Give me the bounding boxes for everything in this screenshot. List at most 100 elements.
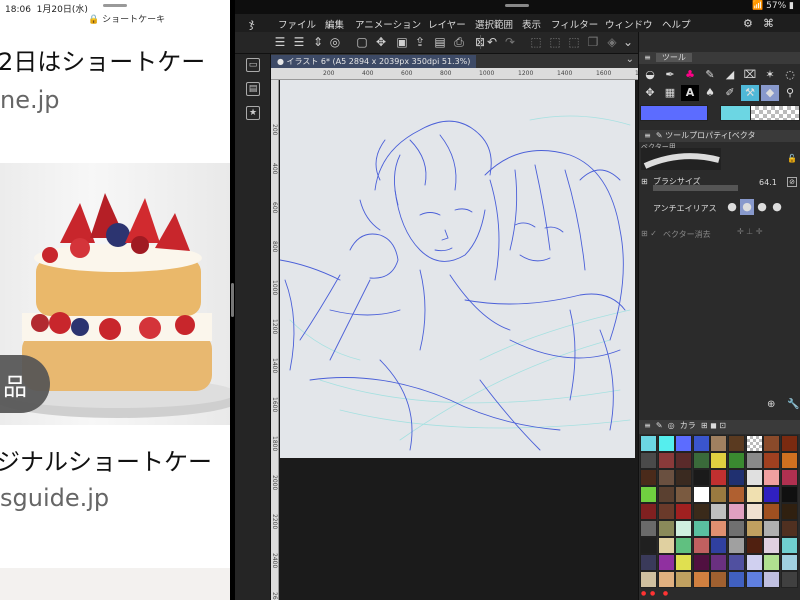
tool-panel-tab[interactable]: ツール	[655, 53, 692, 62]
palette-swatch[interactable]	[780, 554, 798, 571]
menu-view[interactable]: 表示	[522, 17, 541, 31]
transparent-color-swatch[interactable]	[750, 105, 800, 121]
palette-swatch[interactable]	[657, 452, 675, 469]
palette-swatch[interactable]	[692, 486, 710, 503]
brush-size-value[interactable]: 64.1	[759, 178, 777, 187]
palette-swatch[interactable]	[657, 520, 675, 537]
multitask-handle[interactable]	[103, 4, 127, 7]
palette-swatch[interactable]	[710, 452, 728, 469]
palette-swatch[interactable]	[728, 469, 745, 486]
menu-filter[interactable]: フィルター	[551, 17, 598, 31]
palette-swatch[interactable]	[675, 469, 693, 486]
pencil-tool-icon[interactable]: ✎	[701, 67, 719, 83]
palette-swatch[interactable]	[780, 435, 798, 452]
palette-swatch[interactable]	[745, 571, 763, 588]
invert-selection-icon[interactable]: ⬚	[567, 35, 581, 49]
copy-icon[interactable]: ❐	[586, 35, 600, 49]
palette-swatch[interactable]	[692, 520, 710, 537]
palette-swatch[interactable]	[728, 537, 745, 554]
favorite-icon[interactable]: ★	[246, 106, 260, 120]
blend-tool-icon[interactable]: ⚲	[781, 85, 799, 101]
app-logo-icon[interactable]: ჯ	[249, 16, 254, 30]
palette-swatch[interactable]	[692, 554, 710, 571]
tab-menu-chevron-icon[interactable]: ⌄	[626, 54, 634, 65]
palette-swatch[interactable]	[675, 435, 693, 452]
expand-vector-icon[interactable]: ⊞ ✓	[641, 229, 657, 238]
palette-swatch[interactable]	[728, 486, 745, 503]
result-thumbnail-3[interactable]	[0, 568, 230, 600]
color-palette-tab[interactable]: カラ	[680, 421, 696, 430]
palette-swatch[interactable]	[745, 452, 763, 469]
palette-swatch[interactable]	[657, 503, 675, 520]
palette-swatch[interactable]	[745, 469, 763, 486]
palette-swatch[interactable]	[675, 452, 693, 469]
updown-icon[interactable]: ⇕	[311, 35, 325, 49]
palette-swatch[interactable]	[780, 469, 798, 486]
palette-swatch[interactable]	[640, 571, 657, 588]
palette-swatch[interactable]	[657, 537, 675, 554]
brush-size-slider[interactable]	[653, 185, 738, 191]
result-title-2[interactable]: ジナルショートケー	[0, 442, 212, 477]
eraser-tool-icon[interactable]: ⌧	[741, 67, 759, 83]
open-icon[interactable]: ▣	[395, 35, 409, 49]
gradient-tool-icon[interactable]: ▦	[661, 85, 679, 101]
menu-file[interactable]: ファイル	[278, 17, 316, 31]
palette-swatch[interactable]	[745, 486, 763, 503]
palette-swatch[interactable]	[745, 520, 763, 537]
palette-swatch[interactable]	[692, 537, 710, 554]
palette-swatch[interactable]	[675, 571, 693, 588]
palette-swatch[interactable]	[675, 520, 693, 537]
undo-icon[interactable]: ↶	[485, 35, 499, 49]
palette-swatch[interactable]	[745, 435, 763, 452]
palette-swatch[interactable]	[675, 486, 693, 503]
palette-swatch[interactable]	[640, 452, 657, 469]
select-all-icon[interactable]: ⬚	[529, 35, 543, 49]
palette-swatch[interactable]	[710, 571, 728, 588]
palette-swatch[interactable]	[657, 486, 675, 503]
vector-eraser-icon[interactable]: ◆	[761, 85, 779, 101]
lock-icon[interactable]: 🔓	[787, 154, 797, 163]
navigator-icon[interactable]: ▭	[246, 58, 260, 72]
move-tool-icon[interactable]: ✥	[641, 85, 659, 101]
palette-swatch[interactable]	[657, 469, 675, 486]
command-icon[interactable]: ⌘	[763, 17, 774, 30]
palette-swatch[interactable]	[640, 554, 657, 571]
palette-swatch[interactable]	[780, 571, 798, 588]
palette-swatch[interactable]	[640, 486, 657, 503]
antialias-none[interactable]: ●	[725, 199, 739, 215]
palette-swatch[interactable]	[745, 503, 763, 520]
settings-gear-icon[interactable]: ⚙	[743, 17, 753, 30]
palette-swatch[interactable]	[763, 469, 781, 486]
palette-swatch[interactable]	[780, 537, 798, 554]
deselect-icon[interactable]: ⬚	[548, 35, 562, 49]
palette-swatch[interactable]	[763, 554, 781, 571]
vector-tool-icon[interactable]: ✐	[721, 85, 739, 101]
palette-swatch[interactable]	[710, 520, 728, 537]
palette-swatch[interactable]	[745, 537, 763, 554]
palette-swatch[interactable]	[745, 554, 763, 571]
print-icon[interactable]: ⎙	[452, 35, 466, 49]
palette-swatch[interactable]	[763, 452, 781, 469]
palette-swatch[interactable]	[763, 435, 781, 452]
eyedropper-tool-icon[interactable]: ◢	[721, 67, 739, 83]
palette-swatch[interactable]	[728, 503, 745, 520]
palette-swatch[interactable]	[763, 571, 781, 588]
palette-swatch[interactable]	[675, 537, 693, 554]
size-link-icon[interactable]: ⊘	[787, 177, 797, 187]
palette-swatch[interactable]	[780, 452, 798, 469]
vector-erase-options[interactable]: ✛ ⊥ ✛	[737, 227, 762, 236]
decoration-tool-icon[interactable]: ♠	[701, 85, 719, 101]
align-icon[interactable]: ☰	[292, 35, 306, 49]
antialias-medium[interactable]: ●	[755, 199, 769, 215]
menu-edit[interactable]: 編集	[325, 17, 344, 31]
tool-property-tab[interactable]: ツールプロパティ[ベクタ	[665, 131, 755, 140]
palette-swatch[interactable]	[640, 435, 657, 452]
divider-handle[interactable]	[231, 283, 234, 317]
layer-panel-icon[interactable]: ▤	[246, 82, 260, 96]
palette-swatch[interactable]	[640, 503, 657, 520]
sub-tool-settings-icon[interactable]: ⊕	[767, 399, 775, 410]
palette-swatch[interactable]	[780, 486, 798, 503]
palette-swatch[interactable]	[692, 503, 710, 520]
palette-swatch[interactable]	[710, 486, 728, 503]
menu-animation[interactable]: アニメーション	[355, 17, 421, 31]
